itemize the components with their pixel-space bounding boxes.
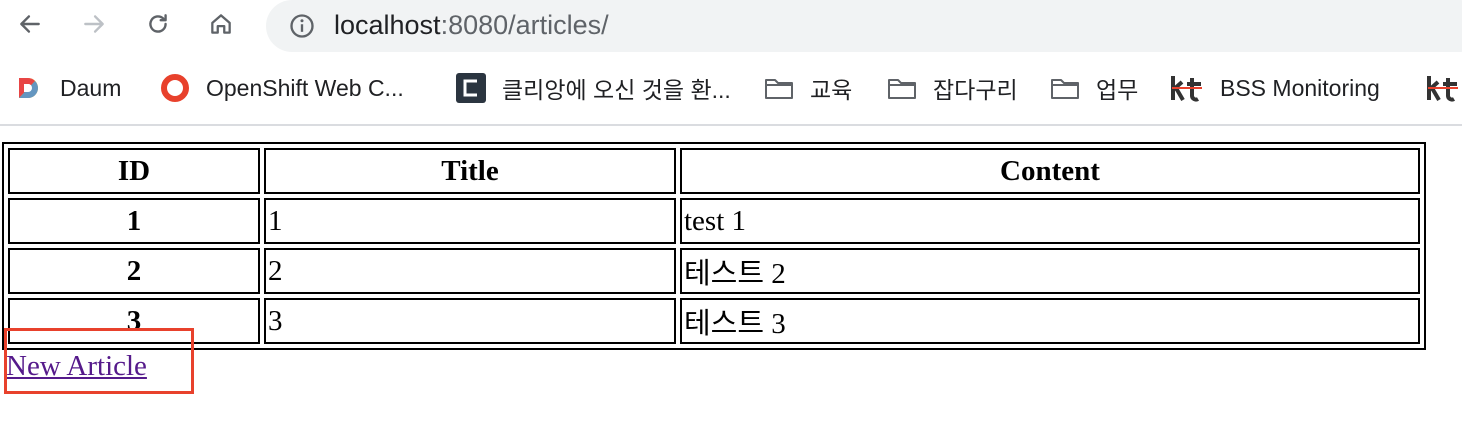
page-content: ID Title Content 1 1 test 1 2 2 테스트 2 3 … — [0, 126, 1462, 432]
kt-logo-icon — [1170, 73, 1204, 103]
column-header-content: Content — [680, 148, 1420, 194]
folder-icon — [1050, 73, 1080, 103]
table-row: 1 1 test 1 — [8, 198, 1420, 244]
bookmark-openshift[interactable]: OpenShift Web C... — [160, 72, 404, 104]
home-button[interactable] — [203, 6, 239, 42]
folder-icon — [887, 73, 917, 103]
cell-content: 테스트 3 — [680, 298, 1420, 344]
new-article-link[interactable]: New Article — [6, 350, 147, 383]
clien-logo-icon — [456, 73, 486, 103]
bookmark-folder-work[interactable]: 업무 — [1050, 72, 1138, 104]
cell-title: 2 — [264, 248, 676, 294]
bookmark-bss-monitoring[interactable]: BSS Monitoring — [1170, 72, 1380, 104]
bookmark-label: 잡다구리 — [933, 77, 1018, 103]
bookmark-label: OpenShift Web C... — [206, 74, 404, 101]
cell-id: 3 — [8, 298, 260, 344]
cell-title: 1 — [264, 198, 676, 244]
daum-logo-icon — [14, 73, 44, 103]
cell-content: 테스트 2 — [680, 248, 1420, 294]
reload-icon — [149, 14, 167, 33]
url-text[interactable]: localhost:8080/articles/ — [334, 8, 609, 42]
bookmark-folder-misc[interactable]: 잡다구리 — [887, 72, 1018, 104]
column-header-id: ID — [8, 148, 260, 194]
cell-title: 3 — [264, 298, 676, 344]
bookmark-label: 클리앙에 오신 것을 환... — [502, 77, 731, 103]
back-button[interactable] — [12, 6, 48, 42]
bookmark-label: 업무 — [1096, 77, 1139, 103]
table-row: 2 2 테스트 2 — [8, 248, 1420, 294]
bookmark-clien[interactable]: 클리앙에 오신 것을 환... — [456, 72, 731, 104]
arrow-left-icon — [20, 15, 40, 33]
reload-button[interactable] — [140, 6, 176, 42]
column-header-title: Title — [264, 148, 676, 194]
table-header-row: ID Title Content — [8, 148, 1420, 194]
folder-icon — [764, 73, 794, 103]
bookmarks-bar: Daum OpenShift Web C... 클리앙에 오신 것을 환... … — [0, 62, 1462, 114]
bookmark-kt-overflow[interactable] — [1426, 72, 1462, 104]
url-path: :8080/articles/ — [440, 10, 609, 40]
cell-id: 1 — [8, 198, 260, 244]
bookmark-label: BSS Monitoring — [1220, 74, 1380, 101]
home-icon — [211, 14, 231, 34]
articles-table: ID Title Content 1 1 test 1 2 2 테스트 2 3 … — [2, 142, 1426, 350]
bookmark-folder-education[interactable]: 교육 — [764, 72, 852, 104]
info-icon[interactable] — [288, 12, 316, 40]
table-row: 3 3 테스트 3 — [8, 298, 1420, 344]
browser-toolbar: localhost:8080/articles/ — [0, 0, 1462, 52]
kt-logo-icon — [1426, 73, 1460, 103]
openshift-logo-icon — [160, 73, 190, 103]
bookmark-label: 교육 — [810, 77, 853, 103]
forward-button[interactable] — [76, 6, 112, 42]
url-host: localhost — [334, 10, 441, 40]
cell-id: 2 — [8, 248, 260, 294]
bookmark-label: Daum — [60, 74, 122, 101]
bookmark-daum[interactable]: Daum — [14, 72, 121, 104]
cell-content: test 1 — [680, 198, 1420, 244]
address-bar[interactable]: localhost:8080/articles/ — [266, 0, 1462, 52]
arrow-right-icon — [84, 15, 104, 33]
